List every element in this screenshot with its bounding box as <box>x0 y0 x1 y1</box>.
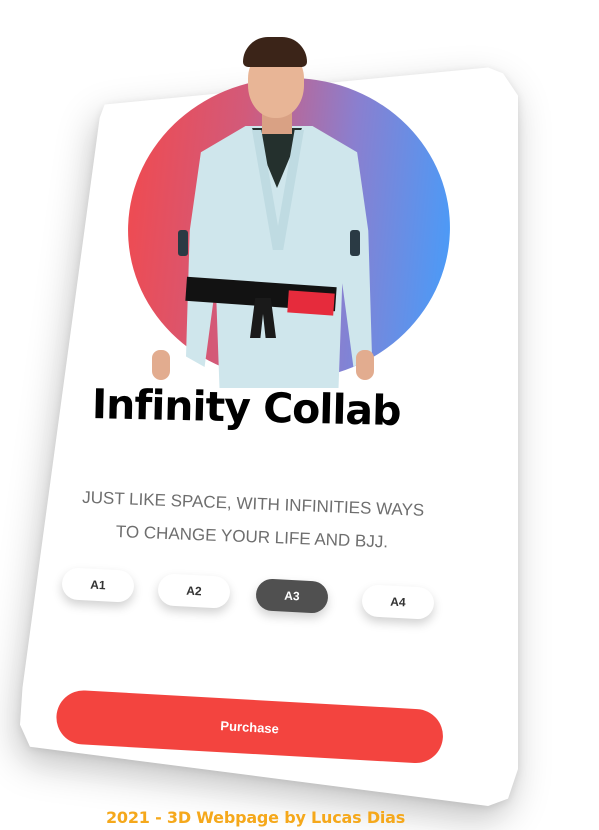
size-option-a4[interactable]: A4 <box>361 584 435 620</box>
size-option-a3[interactable]: A3 <box>255 578 329 614</box>
sleeve-patch-left <box>178 230 188 256</box>
product-title: Infinity Collab <box>91 380 402 435</box>
hand-left <box>152 350 170 380</box>
footer-credit: 2021 - 3D Webpage by Lucas Dias <box>106 808 406 827</box>
size-option-a1[interactable]: A1 <box>61 567 135 603</box>
product-image <box>138 30 388 390</box>
size-option-a2[interactable]: A2 <box>157 573 231 609</box>
belt-stripe <box>287 290 335 316</box>
sleeve-patch-right <box>350 230 360 256</box>
hand-right <box>356 350 374 380</box>
page: Infinity Collab JUST LIKE SPACE, WITH IN… <box>0 0 599 830</box>
hair <box>243 37 307 67</box>
